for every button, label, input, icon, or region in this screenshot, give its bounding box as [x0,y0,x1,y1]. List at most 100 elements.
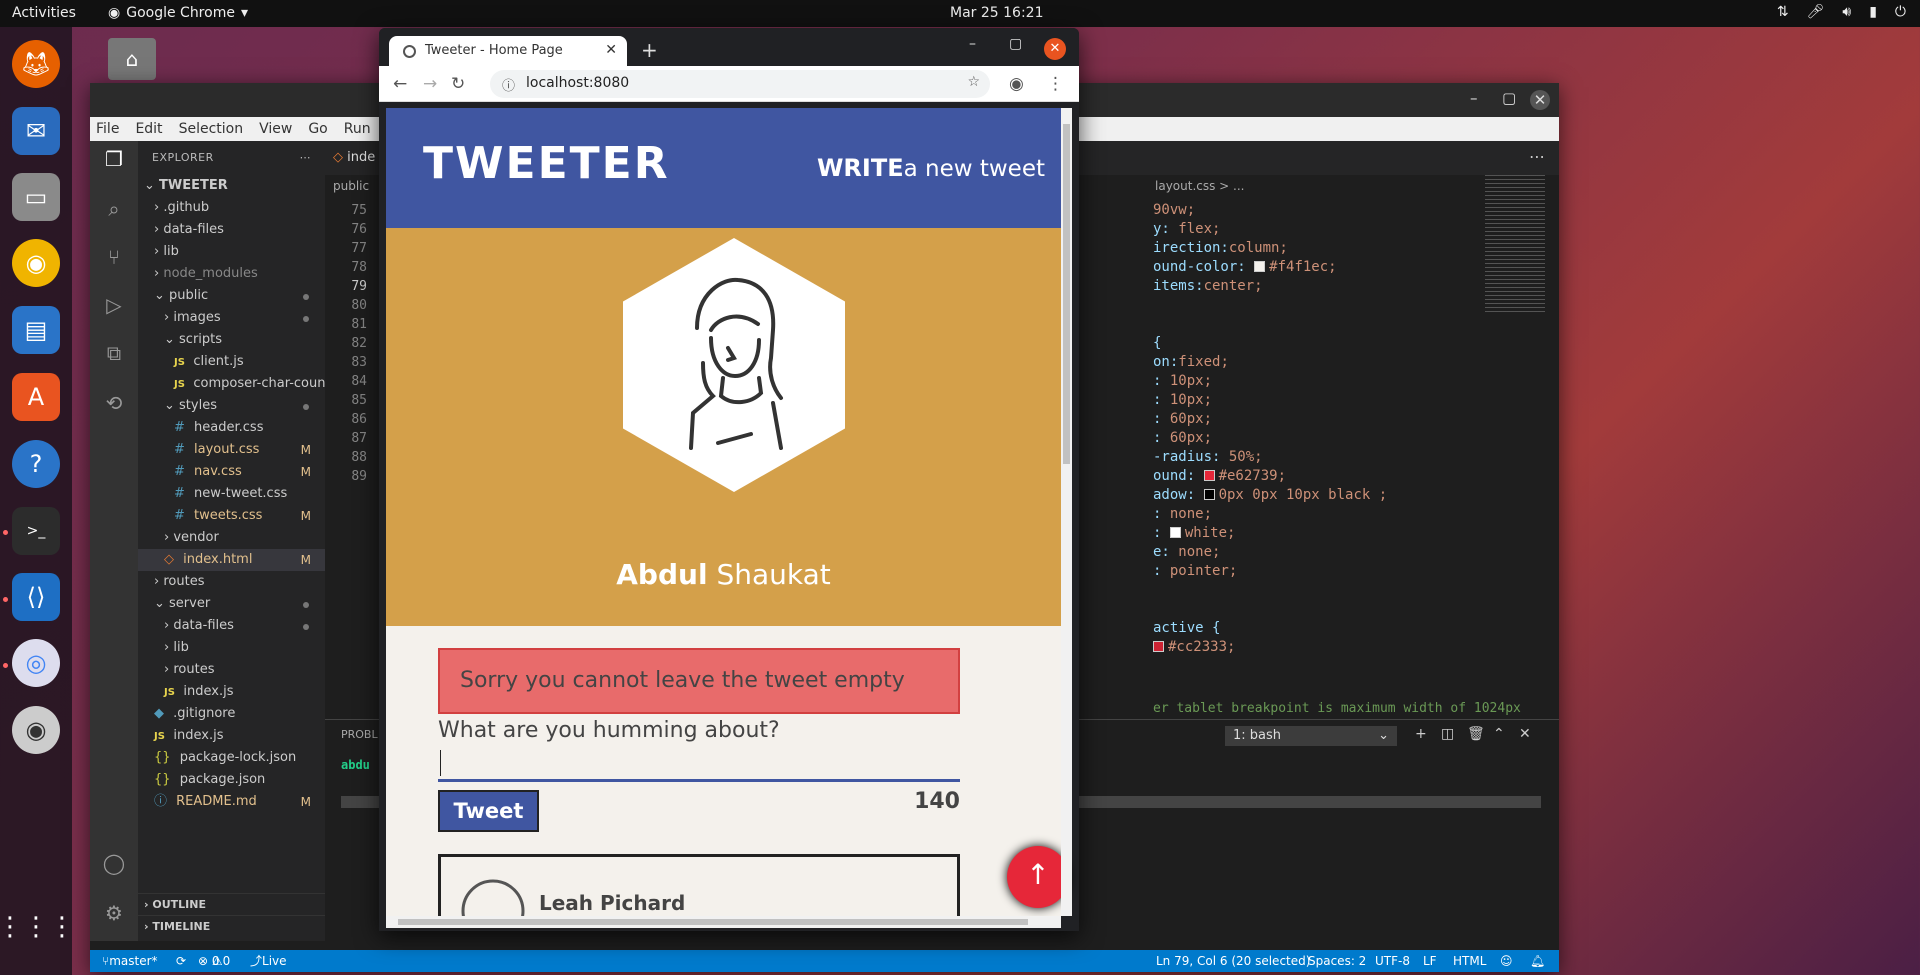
menu-edit[interactable]: Edit [135,121,162,137]
settings-gear-icon[interactable]: ⚙ [100,901,128,929]
system-tray[interactable]: ⇅ 🎤︎ 🔊︎ ▮ ⏻ [1777,4,1906,20]
feedback-icon[interactable]: ☺ [1500,950,1513,972]
color-swatch[interactable] [1203,489,1215,500]
outline-section[interactable]: › OUTLINE [138,893,325,915]
activities-button[interactable]: Activities [12,5,76,21]
scroll-thumb[interactable] [1063,124,1070,464]
tree-item[interactable]: ⓘ README.md M [138,791,325,813]
account-icon[interactable]: ◯ [100,851,128,879]
source-control-icon[interactable]: ⑂ [100,245,128,273]
more-icon[interactable]: ⋯ [300,151,312,164]
run-debug-icon[interactable]: ▷ [100,293,128,321]
close-window-button[interactable]: ✕ [1044,38,1066,60]
remote-icon[interactable]: ⟲ [100,391,128,419]
tree-item[interactable]: JS index.js [138,725,325,747]
scroll-to-top-button[interactable]: ↑ [1007,846,1069,908]
disc-icon[interactable]: ◉ [12,706,60,754]
bookmark-star-icon[interactable]: ☆ [967,74,980,90]
vscode-icon[interactable]: ⟨⟩ [12,573,60,621]
tree-item[interactable]: ⌄ public [138,285,325,307]
profile-icon[interactable]: ◉ [1009,74,1024,94]
files-icon[interactable]: ▭ [12,173,60,221]
timeline-section[interactable]: › TIMELINE [138,915,325,937]
indent-status[interactable]: Spaces: 2 [1308,950,1366,972]
menu-selection[interactable]: Selection [179,121,244,137]
clock[interactable]: Mar 25 16:21 [950,5,1043,21]
menu-view[interactable]: View [259,121,292,137]
minimize-icon[interactable]: – [969,36,976,52]
help-icon[interactable]: ? [12,440,60,488]
sync-icon[interactable]: ⟳ [176,950,186,972]
color-swatch[interactable] [1169,527,1181,538]
search-icon[interactable]: ⌕ [100,197,128,225]
horizontal-scrollbar[interactable] [386,916,1061,928]
tweet-textarea[interactable] [438,744,960,782]
color-swatch[interactable] [1153,641,1164,652]
chrome-menu-icon[interactable]: ⋮ [1047,74,1064,94]
thunderbird-icon[interactable]: ✉ [12,107,60,155]
tweeter-logo[interactable]: Tweeter [423,138,670,189]
browser-tab[interactable]: Tweeter - Home Page ✕ [389,36,627,66]
back-icon[interactable]: ← [393,74,407,94]
tree-item[interactable]: {} package-lock.json [138,747,325,769]
add-terminal-icon[interactable]: + [1415,726,1427,742]
tree-item[interactable]: › routes [138,571,325,593]
terminal-icon[interactable]: >_ [12,507,60,555]
menu-run[interactable]: Run [344,121,371,137]
color-swatch[interactable] [1254,261,1266,272]
split-terminal-icon[interactable]: ◫ [1441,726,1454,742]
tree-item[interactable]: › images [138,307,325,329]
breadcrumb[interactable]: public [333,179,369,193]
tree-item[interactable]: # header.css [138,417,325,439]
close-panel-icon[interactable]: ✕ [1519,726,1531,742]
tree-item[interactable]: › data-files [138,219,325,241]
branch-status[interactable]: ⑂ master* [102,950,158,972]
tree-item[interactable]: JS client.js [138,351,325,373]
maximize-icon[interactable]: ▢ [1009,36,1022,52]
new-tab-button[interactable]: + [641,38,658,62]
code-lines[interactable]: 90vw; y: flex; irection:column; ound-color:… [1153,201,1387,657]
tree-item[interactable]: › routes [138,659,325,681]
tree-item[interactable]: › .github [138,197,325,219]
eol-status[interactable]: LF [1423,950,1437,972]
tree-item[interactable]: # new-tweet.css [138,483,325,505]
tree-item[interactable]: JS composer-char-count... [138,373,325,395]
close-tab-icon[interactable]: ✕ [605,42,617,58]
chevron-up-icon[interactable]: ⌃ [1493,726,1505,742]
chrome-icon[interactable]: ◎ [12,639,60,687]
tree-item[interactable]: ⌄ scripts [138,329,325,351]
language-status[interactable]: HTML [1453,950,1486,972]
home-folder-icon[interactable]: ⌂ [108,38,156,80]
write-tweet-link[interactable]: Writea new tweet [817,154,1045,182]
tweet-button[interactable]: Tweet [438,790,539,832]
tree-item[interactable]: › node_modules [138,263,325,285]
color-swatch[interactable] [1203,470,1215,481]
address-bar[interactable]: ⓘ localhost:8080 ☆ [490,70,990,98]
tree-item[interactable]: ⌄ server [138,593,325,615]
extensions-icon[interactable]: ⧉ [100,341,128,369]
tree-item[interactable]: JS index.js [138,681,325,703]
cursor-position[interactable]: Ln 79, Col 6 (20 selected) [1156,950,1310,972]
terminal-select[interactable]: 1: bash ⌄ [1225,726,1397,746]
tree-item[interactable]: # nav.css M [138,461,325,483]
tree-item[interactable]: ⌄ styles [138,395,325,417]
tree-item[interactable]: # tweets.css M [138,505,325,527]
tree-item[interactable]: ⌄ TWEETER [138,175,325,197]
maximize-icon[interactable]: ▢ [1502,89,1516,107]
software-icon[interactable]: A [12,373,60,421]
editor-more-icon[interactable]: ⋯ [1529,147,1545,166]
show-apps-icon[interactable]: ⋮⋮⋮ [0,903,75,951]
app-menu[interactable]: ◉ Google Chrome ▾ [108,5,248,21]
tree-item[interactable]: ◆ .gitignore [138,703,325,725]
editor-tab[interactable]: ◇ inde [333,150,375,165]
minimap[interactable] [1485,175,1545,315]
rhythmbox-icon[interactable]: ◉ [12,239,60,287]
tree-item[interactable]: › lib [138,637,325,659]
tree-item[interactable]: {} package.json [138,769,325,791]
problems-status[interactable]: ⊗ 0 ⚠ 0 [198,950,230,972]
encoding-status[interactable]: UTF-8 [1375,950,1410,972]
tree-item[interactable]: # layout.css M [138,439,325,461]
problems-tab[interactable]: PROBL [341,728,378,741]
forward-icon[interactable]: → [423,74,437,94]
tree-item[interactable]: › data-files [138,615,325,637]
